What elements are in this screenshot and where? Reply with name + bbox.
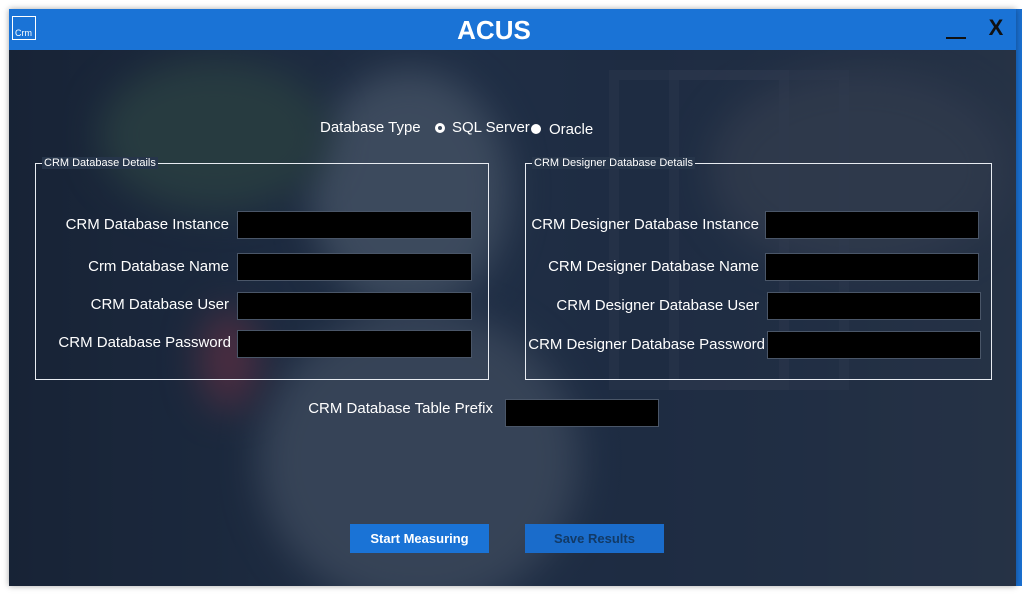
designer-user-label: CRM Designer Database User — [556, 297, 759, 314]
crm-instance-field[interactable] — [237, 211, 472, 239]
crm-user-label: CRM Database User — [90, 296, 229, 313]
designer-password-label: CRM Designer Database Password — [528, 336, 765, 353]
crm-instance-label: CRM Database Instance — [65, 216, 229, 233]
crm-password-field[interactable] — [237, 330, 472, 358]
designer-group-legend: CRM Designer Database Details — [532, 157, 695, 169]
crm-name-label: Crm Database Name — [88, 258, 229, 275]
crm-user-field[interactable] — [237, 292, 472, 320]
designer-password-field[interactable] — [767, 331, 981, 359]
designer-user-field[interactable] — [767, 292, 981, 320]
table-prefix-label: CRM Database Table Prefix — [308, 400, 493, 417]
table-prefix-field[interactable] — [505, 399, 659, 427]
window-title: ACUS — [457, 15, 531, 45]
radio-sql-server-label[interactable]: SQL Server — [452, 119, 530, 136]
window-edge — [1016, 9, 1022, 586]
title-bar: Crm ACUS X — [9, 9, 1016, 50]
save-results-button[interactable]: Save Results — [525, 524, 664, 553]
crm-group-legend: CRM Database Details — [42, 157, 158, 169]
designer-name-field[interactable] — [765, 253, 979, 281]
close-button[interactable]: X — [985, 15, 1007, 43]
crm-password-label: CRM Database Password — [58, 334, 231, 351]
minimize-button[interactable] — [944, 17, 968, 41]
app-window: Crm ACUS X Database Type SQL Server Orac… — [9, 9, 1016, 586]
designer-instance-label: CRM Designer Database Instance — [531, 216, 759, 233]
radio-oracle[interactable] — [531, 124, 541, 134]
database-type-label: Database Type — [320, 119, 421, 136]
crm-name-field[interactable] — [237, 253, 472, 281]
radio-oracle-label[interactable]: Oracle — [549, 121, 593, 138]
designer-instance-field[interactable] — [765, 211, 979, 239]
radio-sql-server[interactable] — [435, 123, 445, 133]
start-measuring-button[interactable]: Start Measuring — [350, 524, 489, 553]
designer-name-label: CRM Designer Database Name — [548, 258, 759, 275]
